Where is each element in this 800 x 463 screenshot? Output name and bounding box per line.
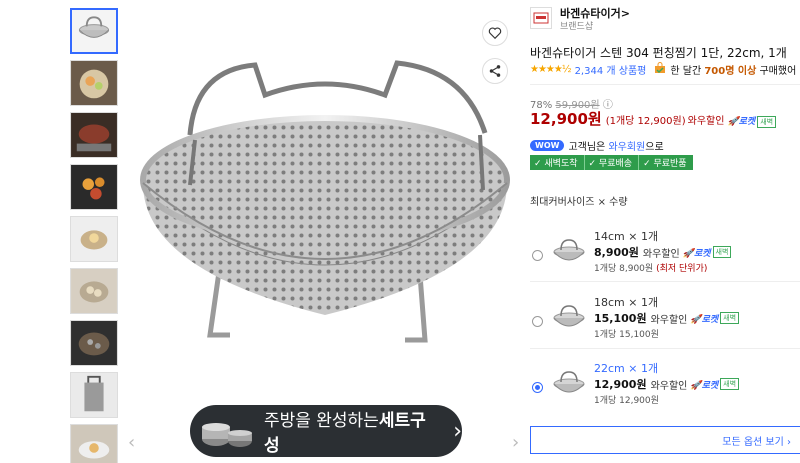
wishlist-button[interactable] <box>482 20 508 46</box>
option-size: 14cm × 1개 <box>594 230 659 243</box>
rating-row: ★★★★½ 2,344 개 상품평 한 달간 700명 이상 구매했어 <box>530 62 796 77</box>
shopping-bag-icon <box>654 62 666 77</box>
thumbnail-4[interactable] <box>70 164 118 210</box>
rocket-icon: 🚀로켓 <box>690 314 719 325</box>
sale-price: 12,900원 <box>530 110 602 128</box>
set-composition-banner[interactable]: 주방을 완성하는세트구성 › <box>190 405 462 457</box>
thumbnail-1[interactable] <box>70 8 118 54</box>
dawn-badge: 새벽 <box>720 378 740 390</box>
thumbnail-6[interactable] <box>70 268 118 314</box>
purchase-text-b: 구매했어 <box>759 66 797 77</box>
carousel-prev-icon[interactable]: ‹ <box>128 432 135 453</box>
option-radio-14cm[interactable] <box>532 250 543 261</box>
rocket-label: 로켓 <box>738 117 756 127</box>
brand-name[interactable]: 바겐슈타이거 <box>560 7 621 20</box>
option-thumbnail <box>553 371 585 393</box>
purchase-count: 700명 이상 <box>704 66 757 77</box>
purchase-text-a: 한 달간 <box>670 66 702 77</box>
divider <box>530 281 800 282</box>
wow-text-a: 고객님은 <box>568 142 606 153</box>
option-unit-price: 1개당 15,100원 <box>594 330 659 340</box>
option-unit-price: 1개당 12,900원 <box>594 396 659 406</box>
rating-stars: ★★★★½ <box>530 64 572 75</box>
option-item-18cm[interactable]: 18cm × 1개 15,100원 와우할인 🚀로켓 새벽 1개당 15,100… <box>530 294 800 354</box>
wow-text-b: 으로 <box>645 142 664 153</box>
divider <box>530 84 800 85</box>
rocket-icon: 🚀로켓 <box>727 117 756 127</box>
thumbnail-9[interactable] <box>70 424 118 463</box>
rocket-icon: 🚀로켓 <box>682 248 711 259</box>
option-size: 18cm × 1개 <box>594 296 659 309</box>
review-count-link[interactable]: 2,344 개 상품평 <box>575 62 647 77</box>
thumbnail-2[interactable] <box>70 60 118 106</box>
carousel-next-icon[interactable]: › <box>512 432 519 453</box>
option-wow-label: 와우할인 <box>650 380 688 392</box>
option-item-14cm[interactable]: 14cm × 1개 8,900원 와우할인 🚀로켓 새벽 1개당 8,900원 … <box>530 228 800 288</box>
brand-row[interactable]: 바겐슈타이거> 브랜드샵 <box>530 7 630 33</box>
wow-discount-label: 와우할인 <box>687 116 725 127</box>
option-price: 12,900원 <box>594 378 647 391</box>
divider <box>530 348 800 349</box>
option-thumbnail <box>553 305 585 327</box>
all-options-button[interactable]: 모든 옵션 보기 › <box>530 426 800 454</box>
option-size: 22cm × 1개 <box>594 362 659 375</box>
unit-price: (1개당 12,900원) <box>605 116 686 127</box>
thumbnail-list <box>70 8 122 463</box>
heart-icon <box>488 27 502 40</box>
rocket-label: 로켓 <box>701 314 719 325</box>
banner-text-a: 주방을 완성하는 <box>263 411 379 431</box>
lowest-unit-note: (최저 단위가) <box>656 264 708 274</box>
dawn-badge: 새벽 <box>757 116 777 128</box>
option-price: 15,100원 <box>594 312 647 325</box>
option-item-22cm[interactable]: 22cm × 1개 12,900원 와우할인 🚀로켓 새벽 1개당 12,900… <box>530 360 800 420</box>
option-unit-price: 1개당 8,900원 <box>594 264 654 274</box>
product-info-panel: 바겐슈타이거> 브랜드샵 바겐슈타이거 스텐 304 펀칭찜기 1단, 22cm… <box>530 0 800 463</box>
product-title: 바겐슈타이거 스텐 304 펀칭찜기 1단, 22cm, 1개 <box>530 46 787 60</box>
option-radio-22cm[interactable] <box>532 382 543 393</box>
brand-chevron-icon: > <box>620 7 630 20</box>
tag-free-shipping: ✓ 무료배송 <box>583 155 639 170</box>
tag-free-return: ✓ 무료반품 <box>638 155 693 170</box>
wow-badge: WOW <box>530 140 565 151</box>
wow-member-link[interactable]: 와우회원 <box>608 138 645 153</box>
brand-shop-label: 브랜드샵 <box>560 22 594 32</box>
share-button[interactable] <box>482 58 508 84</box>
wow-member-row: WOW 고객님은 와우회원 으로 <box>530 138 664 153</box>
benefit-tags: ✓ 새벽도착 ✓ 무료배송 ✓ 무료반품 <box>530 155 693 170</box>
option-wow-label: 와우할인 <box>650 314 688 326</box>
option-wow-label: 와우할인 <box>642 248 680 260</box>
dawn-badge: 새벽 <box>720 312 740 324</box>
tag-dawn-delivery: ✓ 새벽도착 <box>530 155 584 170</box>
dawn-badge: 새벽 <box>712 246 732 258</box>
thumbnail-5[interactable] <box>70 216 118 262</box>
thumbnail-8[interactable] <box>70 372 118 418</box>
thumbnail-7[interactable] <box>70 320 118 366</box>
rocket-label: 로켓 <box>693 248 711 259</box>
chevron-right-icon: › <box>453 418 462 444</box>
image-actions <box>482 20 510 96</box>
share-icon <box>489 65 501 77</box>
price-row: 12,900원 (1개당 12,900원) 와우할인 🚀로켓 새벽 <box>530 108 777 129</box>
main-product-image <box>135 15 515 395</box>
option-radio-18cm[interactable] <box>532 316 543 327</box>
rocket-label: 로켓 <box>701 380 719 391</box>
brand-logo-icon <box>530 7 552 29</box>
thumbnail-3[interactable] <box>70 112 118 158</box>
option-label: 최대커버사이즈 × 수량 <box>530 197 628 208</box>
cookware-set-icon <box>201 423 252 447</box>
rocket-icon: 🚀로켓 <box>690 380 719 391</box>
option-thumbnail <box>553 239 585 261</box>
option-price: 8,900원 <box>594 246 639 259</box>
